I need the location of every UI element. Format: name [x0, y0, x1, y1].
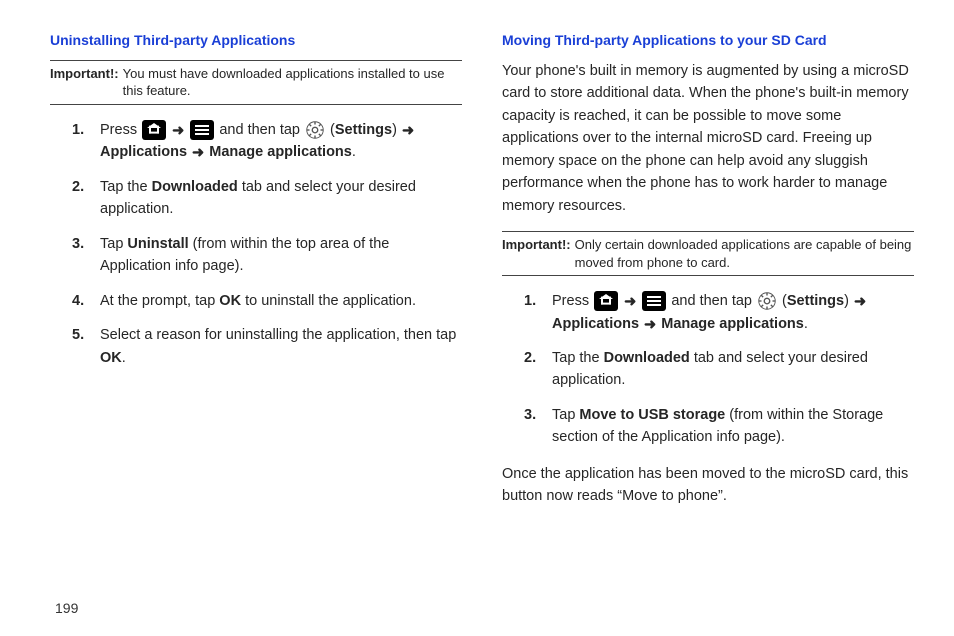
applications-label: Applications — [552, 316, 639, 332]
important-text: Only certain downloaded applications are… — [575, 236, 914, 271]
step-1: Press ➜ and then tap (Settings) ➜ Applic… — [532, 290, 914, 335]
ok-label: OK — [219, 293, 241, 309]
text: . — [352, 144, 356, 160]
uninstall-label: Uninstall — [127, 236, 188, 252]
arrow-icon: ➜ — [854, 294, 866, 310]
settings-label: Settings — [787, 293, 844, 309]
text: Select a reason for uninstalling the app… — [100, 327, 456, 343]
arrow-icon: ➜ — [644, 317, 656, 333]
left-column: Uninstalling Third-party Applications Im… — [50, 30, 462, 590]
important-box: Important!: Only certain downloaded appl… — [502, 231, 914, 276]
settings-gear-icon — [756, 290, 778, 312]
step-4: At the prompt, tap OK to uninstall the a… — [80, 290, 462, 312]
home-icon — [594, 291, 618, 311]
steps-list: Press ➜ and then tap (Settings) ➜ Applic… — [502, 290, 914, 449]
important-text: You must have downloaded applications in… — [123, 65, 462, 100]
manage-applications-label: Manage applications — [661, 316, 804, 332]
step-2: Tap the Downloaded tab and select your d… — [80, 176, 462, 221]
text: to uninstall the application. — [241, 293, 416, 309]
downloaded-label: Downloaded — [604, 350, 690, 366]
ok-label: OK — [100, 350, 122, 366]
step-2: Tap the Downloaded tab and select your d… — [532, 347, 914, 392]
settings-gear-icon — [304, 119, 326, 141]
page-number: 199 — [55, 600, 78, 616]
applications-label: Applications — [100, 144, 187, 160]
menu-icon — [642, 291, 666, 311]
text: and then tap — [671, 293, 756, 309]
step-3: Tap Move to USB storage (from within the… — [532, 404, 914, 449]
text: Press — [100, 122, 141, 138]
step-5: Select a reason for uninstalling the app… — [80, 324, 462, 369]
section-title-uninstall: Uninstalling Third-party Applications — [50, 30, 462, 52]
home-icon — [142, 120, 166, 140]
section-title-move-sd: Moving Third-party Applications to your … — [502, 30, 914, 52]
text: and then tap — [219, 122, 304, 138]
text: Tap — [100, 236, 127, 252]
step-3: Tap Uninstall (from within the top area … — [80, 233, 462, 278]
step-1: Press ➜ and then tap (Settings) ➜ Applic… — [80, 119, 462, 164]
manage-applications-label: Manage applications — [209, 144, 352, 160]
text: ) — [392, 122, 401, 138]
text: At the prompt, tap — [100, 293, 219, 309]
arrow-icon: ➜ — [624, 294, 636, 310]
menu-icon — [190, 120, 214, 140]
arrow-icon: ➜ — [192, 145, 204, 161]
outro-paragraph: Once the application has been moved to t… — [502, 463, 914, 508]
page: Uninstalling Third-party Applications Im… — [0, 0, 954, 600]
important-box: Important!: You must have downloaded app… — [50, 60, 462, 105]
arrow-icon: ➜ — [402, 123, 414, 139]
downloaded-label: Downloaded — [152, 179, 238, 195]
move-usb-label: Move to USB storage — [579, 407, 725, 423]
text: . — [804, 316, 808, 332]
text: Press — [552, 293, 593, 309]
text: Tap the — [100, 179, 152, 195]
text: . — [122, 350, 126, 366]
right-column: Moving Third-party Applications to your … — [502, 30, 914, 590]
text: ) — [844, 293, 853, 309]
steps-list: Press ➜ and then tap (Settings) ➜ Applic… — [50, 119, 462, 369]
text: Tap the — [552, 350, 604, 366]
important-label: Important!: — [50, 65, 119, 100]
text: Tap — [552, 407, 579, 423]
settings-label: Settings — [335, 122, 392, 138]
important-label: Important!: — [502, 236, 571, 271]
intro-paragraph: Your phone's built in memory is augmente… — [502, 60, 914, 217]
arrow-icon: ➜ — [172, 123, 184, 139]
